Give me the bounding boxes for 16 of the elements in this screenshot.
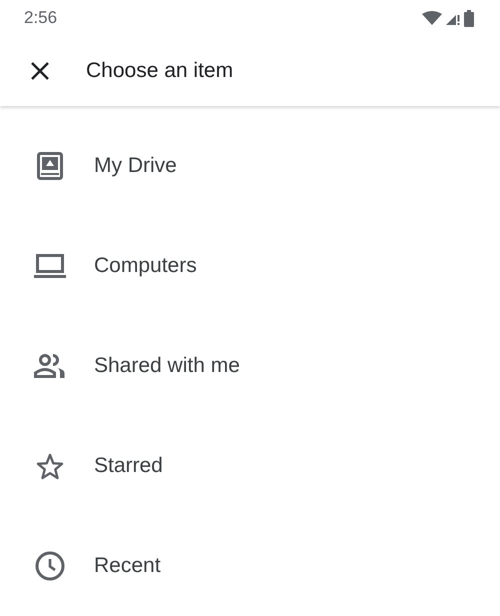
list-item[interactable]: Shared with me (0, 316, 500, 416)
close-button[interactable] (31, 62, 49, 80)
star-icon (36, 452, 64, 480)
wifi-icon (422, 11, 442, 25)
status-time: 2:56 (24, 8, 58, 28)
list-item[interactable]: Starred (0, 416, 500, 516)
clock-icon (35, 551, 65, 581)
list-item[interactable]: Recent (0, 516, 500, 616)
drive-icon (37, 152, 63, 180)
close-icon (31, 62, 49, 80)
laptop-icon (34, 254, 66, 278)
people-icon (34, 354, 66, 378)
list-item[interactable]: Computers (0, 216, 500, 316)
list-item[interactable]: My Drive (0, 116, 500, 216)
dialog-title: Choose an item (86, 59, 234, 83)
battery-icon (464, 10, 474, 26)
